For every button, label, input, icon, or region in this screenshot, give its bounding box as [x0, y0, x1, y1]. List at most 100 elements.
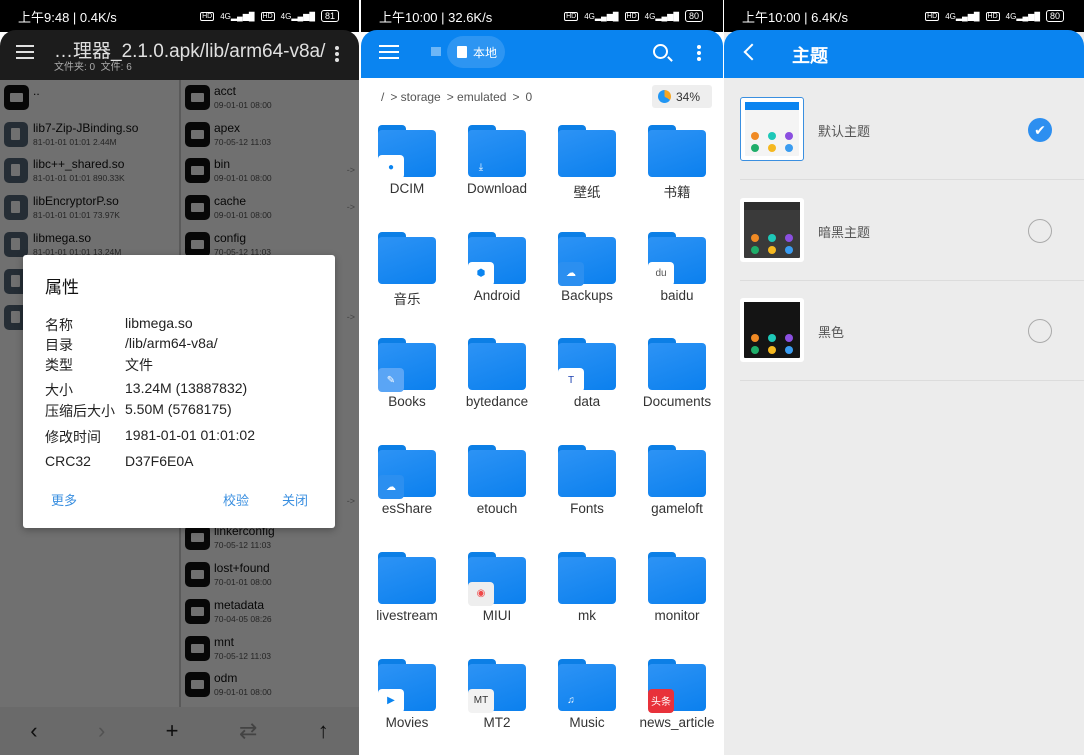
folder-item[interactable]: ◉ MIUI: [452, 542, 542, 642]
preview-dot: [750, 245, 759, 254]
play-badge-icon: ▶: [378, 688, 404, 713]
radio-icon[interactable]: [1028, 319, 1052, 343]
folder-item[interactable]: du baidu: [632, 222, 722, 322]
folder-icon: [378, 551, 436, 604]
preview-icons: [748, 233, 796, 254]
preview-dot: [767, 334, 776, 342]
folder-icon: ◉: [468, 551, 526, 606]
preview-dot: [767, 233, 776, 242]
folder-item[interactable]: mk: [542, 542, 632, 642]
search-icon[interactable]: [653, 44, 668, 59]
folder-icon: ⬢: [468, 231, 526, 286]
folder-item[interactable]: bytedance: [452, 328, 542, 428]
more-icon[interactable]: [335, 46, 339, 50]
property-row: 类型 文件: [45, 355, 153, 375]
properties-dialog: 属性 名称 libmega.so 目录/lib/arm64-v8a/类型 文件 大小 13…: [23, 255, 335, 528]
folder-item[interactable]: ✎ Books: [362, 328, 452, 428]
folder-item[interactable]: 壁纸: [542, 115, 632, 215]
folder-icon: ♫: [558, 658, 616, 711]
folder-icon: [468, 338, 526, 391]
preview-dot: [750, 334, 759, 342]
folder-item[interactable]: ⬢ Android: [452, 222, 542, 322]
home-icon[interactable]: [431, 47, 441, 56]
头条-badge-icon: 头条: [648, 688, 674, 713]
preview-toolbar: [744, 201, 800, 210]
folder-body: [378, 236, 436, 284]
dialog-title: 属性: [45, 278, 79, 297]
crumb-storage[interactable]: > storage: [390, 90, 440, 104]
books-badge-icon: ✎: [378, 368, 404, 393]
more-button[interactable]: 更多: [51, 490, 77, 509]
folder-item[interactable]: MT MT2: [452, 649, 542, 749]
folder-name: baidu: [660, 287, 694, 303]
property-label: 类型: [45, 357, 73, 373]
preview-dot: [751, 144, 760, 152]
preview-dot: [785, 245, 794, 254]
menu-icon[interactable]: [16, 45, 34, 59]
property-row: 修改时间 1981-01-01 01:01:02: [45, 427, 255, 447]
folder-item[interactable]: etouch: [452, 435, 542, 535]
folder-icon: [558, 125, 616, 177]
folder-item[interactable]: ▶ Movies: [362, 649, 452, 749]
property-label: 压缩后大小: [45, 403, 115, 419]
folder-item[interactable]: ☁ esShare: [362, 435, 452, 535]
theme-label: 暗黑主题: [818, 224, 871, 240]
folder-item[interactable]: Tdata: [542, 328, 632, 428]
page-title: 主题: [792, 46, 828, 66]
preview-dot: [750, 346, 759, 354]
checked-radio-icon[interactable]: ✔: [1028, 118, 1052, 142]
left-screen-file-manager: 上午9:48 | 0.4K/s HD4G▂▄▆█HD4G▂▄▆█81 ..lib…: [0, 0, 359, 755]
folder-item[interactable]: ● DCIM: [362, 115, 452, 215]
folder-item[interactable]: monitor: [632, 542, 722, 642]
preview-dot: [767, 245, 776, 254]
preview-screen: [744, 302, 800, 358]
folder-icon: du: [648, 231, 706, 286]
folder-item[interactable]: gameloft: [632, 435, 722, 535]
verify-button[interactable]: 校验: [223, 490, 249, 509]
more-icon[interactable]: [697, 45, 701, 49]
folder-item[interactable]: Documents: [632, 328, 722, 428]
crumb-root[interactable]: /: [381, 90, 384, 104]
property-label: 名称: [45, 317, 73, 333]
radio-icon[interactable]: [1028, 218, 1052, 243]
folder-item[interactable]: ♫ Music: [542, 649, 632, 749]
close-button[interactable]: 关闭: [282, 490, 308, 509]
pie-chart-icon: [658, 90, 671, 103]
note-badge-icon: ♫: [567, 695, 575, 706]
folder-item[interactable]: ☁ Backups: [542, 222, 632, 322]
divider: [740, 380, 1084, 381]
folder-body: [558, 130, 616, 177]
preview-icons: [748, 334, 796, 354]
folder-name: news_article: [639, 714, 715, 730]
folder-item[interactable]: Fonts: [542, 435, 632, 535]
theme-option[interactable]: 暗黑主题: [724, 181, 1084, 281]
property-value: 13.24M (13887832): [125, 380, 248, 396]
storage-usage-badge[interactable]: 34%: [652, 85, 712, 108]
theme-option[interactable]: 黑色: [724, 281, 1084, 381]
status-bar: 上午10:00 | 32.6K/s HD 4G▂▄▆█ HD 4G▂▄▆█ 80: [361, 0, 723, 32]
middle-screen-local-storage: 上午10:00 | 32.6K/s HD 4G▂▄▆█ HD 4G▂▄▆█ 80 本地 …: [361, 0, 723, 755]
preview-toolbar: [745, 102, 799, 110]
property-value: D37F6E0A: [125, 453, 194, 469]
folder-item[interactable]: 头条 news_article: [632, 649, 722, 749]
folder-item[interactable]: 音乐: [362, 222, 452, 322]
menu-icon[interactable]: [379, 45, 399, 59]
crumb-0[interactable]: 0: [525, 90, 532, 104]
folder-icon: ☁: [378, 445, 436, 500]
folder-item[interactable]: 书籍: [632, 115, 722, 215]
location-chip[interactable]: 本地: [447, 36, 505, 68]
back-icon[interactable]: [743, 43, 761, 61]
folder-item[interactable]: ⤓ Download: [452, 115, 542, 215]
status-icons: HD 4G▂▄▆█ HD 4G▂▄▆█ 80: [925, 10, 1064, 22]
status-bar: 上午10:00 | 6.4K/s HD 4G▂▄▆█ HD 4G▂▄▆█ 80: [724, 0, 1084, 32]
folder-body: [648, 450, 706, 498]
status-icons: HD 4G▂▄▆█ HD 4G▂▄▆█ 80: [564, 10, 703, 22]
mt-badge-icon: MT: [468, 688, 494, 713]
folder-icon: 头条: [648, 658, 706, 713]
folder-name: 书籍: [663, 185, 691, 200]
document-icon: [457, 46, 467, 58]
crumb-emulated[interactable]: > emulated: [447, 90, 507, 104]
preview-dot: [784, 132, 793, 140]
theme-option[interactable]: 默认主题 ✔: [724, 80, 1084, 180]
folder-item[interactable]: livestream: [362, 542, 452, 642]
